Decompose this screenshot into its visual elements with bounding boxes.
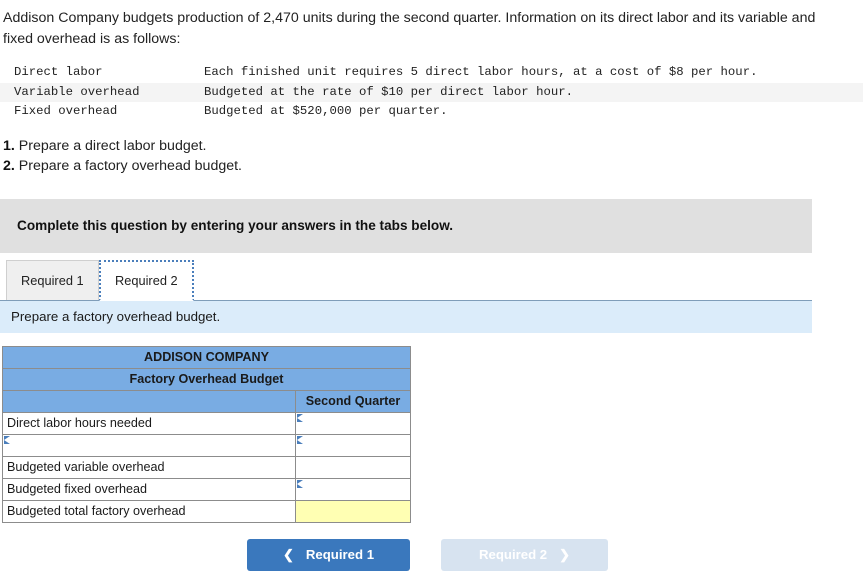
instruction-bar: Prepare a factory overhead budget. [0,300,812,333]
table-row: Budgeted variable overhead [2,455,412,479]
worksheet-title: Factory Overhead Budget [1,367,412,391]
fact-term: Direct labor [14,65,103,80]
row-label-direct-labor-hours: Direct labor hours needed [2,411,296,435]
tab-label: Required 2 [115,272,178,288]
fact-term: Fixed overhead [14,104,118,119]
input-flag-icon [297,413,303,422]
instruction-text: Prepare a factory overhead budget. [11,309,221,325]
requirements-list: 1. Prepare a direct labor budget. 2. Pre… [0,136,863,177]
complete-question-banner: Complete this question by entering your … [0,198,812,253]
factory-overhead-budget-table: ADDISON COMPANY Factory Overhead Budget … [1,345,412,523]
next-button-label: Required 2 [478,547,548,563]
value-input-direct-labor-hours[interactable] [294,411,412,435]
value-input-budgeted-variable-overhead[interactable] [294,455,412,479]
fact-row: Direct labor Each finished unit requires… [0,63,863,82]
value-input-budgeted-fixed-overhead[interactable] [294,477,412,501]
table-row: Budgeted fixed overhead [2,477,412,501]
navigation-bar: ❮ Required 1 Required 2 ❯ [247,538,863,571]
question-prose: Addison Company budgets production of 2,… [3,10,816,47]
requirement-text: Prepare a factory overhead budget. [18,158,243,175]
tab-required-2[interactable]: Required 2 [99,259,194,301]
fact-row: Variable overhead Budgeted at the rate o… [0,82,863,103]
table-row: Direct labor hours needed [2,411,412,435]
worksheet-company-name: ADDISON COMPANY [1,345,412,369]
row-label-budgeted-fixed-overhead: Budgeted fixed overhead [2,477,296,501]
worksheet-company-row: ADDISON COMPANY [1,345,412,369]
input-flag-icon [297,479,303,488]
worksheet-column-header-row: Second Quarter [2,389,412,413]
next-required-button[interactable]: Required 2 ❯ [441,538,608,571]
fact-detail: Budgeted at $520,000 per quarter. [204,104,448,119]
value-total-budgeted-total-factory-overhead [294,499,412,523]
chevron-right-icon: ❯ [559,547,571,563]
fact-detail: Each finished unit requires 5 direct lab… [204,65,758,80]
fact-detail: Budgeted at the rate of $10 per direct l… [204,84,573,99]
worksheet-title-row: Factory Overhead Budget [1,367,412,391]
requirement-item: 1. Prepare a direct labor budget. [3,136,863,157]
row-label-budgeted-variable-overhead: Budgeted variable overhead [2,455,296,479]
requirement-number: 2. [3,158,15,175]
value-input-blank-row[interactable] [294,433,412,457]
input-flag-icon [4,435,10,444]
requirement-number: 1. [3,137,15,154]
worksheet-container: ADDISON COMPANY Factory Overhead Budget … [1,345,863,523]
requirement-item: 2. Prepare a factory overhead budget. [3,156,863,177]
banner-text: Complete this question by entering your … [17,218,454,234]
input-flag-icon [297,435,303,444]
fact-table: Direct labor Each finished unit requires… [0,63,863,121]
previous-button-label: Required 1 [305,547,375,563]
table-row [2,433,412,457]
chevron-left-icon: ❮ [282,547,294,563]
fact-row: Fixed overhead Budgeted at $520,000 per … [0,102,863,121]
table-row: Budgeted total factory overhead [2,499,412,523]
worksheet-column-header: Second Quarter [294,389,412,413]
tab-required-1[interactable]: Required 1 [6,259,99,301]
fact-term: Variable overhead [14,84,140,99]
worksheet-blank-header [2,389,296,413]
tab-strip: Required 1 Required 2 [0,257,812,301]
previous-required-button[interactable]: ❮ Required 1 [247,538,410,571]
label-input-blank-row[interactable] [2,433,296,457]
row-label-budgeted-total-factory-overhead: Budgeted total factory overhead [2,499,296,523]
tab-label: Required 1 [21,272,84,288]
requirement-text: Prepare a direct labor budget. [18,137,207,154]
